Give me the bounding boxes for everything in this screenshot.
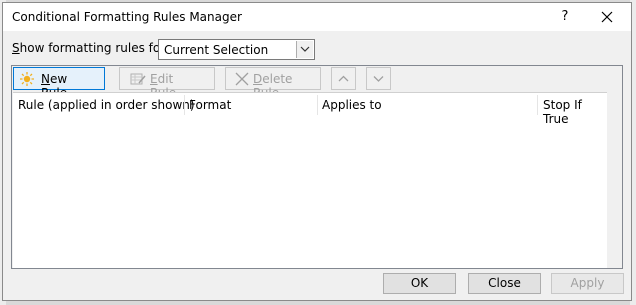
rules-list[interactable]: Rule (applied in order shown) Format App… — [13, 92, 607, 268]
show-rules-select[interactable]: Current Selection — [158, 39, 315, 60]
close-window-button[interactable] — [595, 6, 619, 28]
column-header-applies-to[interactable]: Applies to — [322, 98, 382, 112]
show-rules-label: Show formatting rules for: — [12, 41, 169, 55]
help-icon: ? — [561, 9, 569, 24]
new-rule-accelerator: N — [41, 72, 50, 86]
edit-rule-icon — [130, 73, 146, 85]
chevron-down-icon — [373, 76, 384, 82]
list-scroll-area — [607, 92, 621, 267]
move-down-button[interactable] — [366, 67, 391, 90]
edit-rule-button[interactable]: Edit Rule... — [119, 67, 215, 100]
column-separator — [537, 95, 538, 115]
title-bar: Conditional Formatting Rules Manager ? — [3, 3, 631, 31]
column-header-rule[interactable]: Rule (applied in order shown) — [18, 98, 195, 112]
column-header-stop-if-true[interactable]: Stop If True — [543, 98, 607, 126]
new-rule-icon — [20, 72, 34, 86]
show-rules-select-value: Current Selection — [164, 43, 269, 57]
show-rules-label-text: how formatting rules for: — [19, 41, 169, 55]
conditional-formatting-dialog: Conditional Formatting Rules Manager ? S… — [2, 2, 632, 301]
delete-rule-button[interactable]: Delete Rule — [225, 67, 321, 100]
close-icon — [601, 11, 613, 23]
chevron-up-icon — [338, 75, 349, 82]
delete-rule-accelerator: D — [253, 72, 263, 86]
column-separator — [317, 95, 318, 115]
column-header-format[interactable]: Format — [189, 98, 231, 112]
apply-button[interactable]: Apply — [551, 273, 624, 294]
help-button[interactable]: ? — [553, 6, 577, 28]
edit-rule-accelerator: E — [150, 72, 158, 86]
new-rule-button[interactable]: New Rule... — [13, 67, 105, 100]
show-rules-label-accelerator: S — [12, 41, 20, 55]
chevron-down-icon — [300, 46, 310, 52]
column-separator — [184, 95, 185, 115]
move-up-button[interactable] — [331, 67, 356, 90]
dialog-title: Conditional Formatting Rules Manager — [12, 10, 242, 24]
delete-icon — [235, 72, 249, 86]
ok-button[interactable]: OK — [383, 273, 456, 294]
close-button[interactable]: Close — [468, 273, 541, 294]
select-dropdown-button[interactable] — [296, 41, 313, 58]
